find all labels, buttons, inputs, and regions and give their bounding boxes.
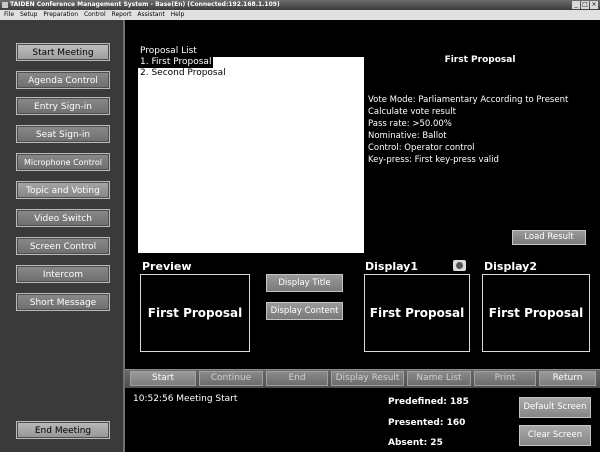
clear-screen-button[interactable]: Clear Screen	[519, 425, 591, 446]
preview-content: First Proposal	[147, 306, 243, 320]
proposal-list[interactable]: 1. First Proposal 2. Second Proposal	[138, 57, 364, 253]
predefined-count: Predefined: 185	[388, 397, 469, 407]
default-screen-button[interactable]: Default Screen	[519, 397, 591, 418]
preview-panel: First Proposal	[140, 274, 250, 352]
display1-content: First Proposal	[369, 306, 465, 320]
proposal-list-label: Proposal List	[140, 46, 197, 56]
presented-count: Presented: 160	[388, 418, 466, 428]
list-item[interactable]: 1. First Proposal	[138, 57, 214, 68]
detail-nominative: Nominative: Ballot	[368, 131, 447, 141]
sidebar-item-screen-control[interactable]: Screen Control	[16, 237, 110, 255]
title-bar: TAIDEN Conference Management System - Ba…	[0, 0, 600, 10]
menu-bar: File Setup Preparation Control Report As…	[0, 10, 600, 20]
detail-control: Control: Operator control	[368, 143, 475, 153]
menu-control[interactable]: Control	[84, 11, 106, 18]
detail-vote-mode: Vote Mode: Parliamentary According to Pr…	[368, 95, 569, 105]
end-meeting-button[interactable]: End Meeting	[16, 421, 110, 439]
app-icon	[2, 2, 8, 8]
sidebar-item-start-meeting[interactable]: Start Meeting	[16, 43, 110, 61]
detail-key-press: Key-press: First key-press valid	[368, 155, 499, 165]
menu-setup[interactable]: Setup	[20, 11, 37, 18]
list-item[interactable]: 2. Second Proposal	[138, 68, 364, 79]
window-title: TAIDEN Conference Management System - Ba…	[10, 1, 280, 8]
sidebar-item-video-switch[interactable]: Video Switch	[16, 209, 110, 227]
display-title-button[interactable]: Display Title	[266, 274, 343, 292]
start-button[interactable]: Start	[130, 371, 196, 386]
sidebar-item-seat-sign-in[interactable]: Seat Sign-in	[16, 125, 110, 143]
return-button[interactable]: Return	[539, 371, 596, 386]
display2-label: Display2	[484, 260, 538, 273]
absent-count: Absent: 25	[388, 438, 443, 448]
sidebar-item-intercom[interactable]: Intercom	[16, 265, 110, 283]
menu-assistant[interactable]: Assistant	[137, 11, 164, 18]
close-icon[interactable]: ×	[590, 1, 598, 9]
preview-label: Preview	[142, 260, 192, 273]
meeting-log: 10:52:56 Meeting Start	[133, 394, 238, 404]
continue-button[interactable]: Continue	[199, 371, 263, 386]
detail-calculate: Calculate vote result	[368, 107, 456, 117]
voting-toolbar: Start Continue End Display Result Name L…	[125, 369, 600, 388]
maximize-icon[interactable]: □	[581, 1, 589, 9]
print-button[interactable]: Print	[474, 371, 536, 386]
end-button[interactable]: End	[266, 371, 328, 386]
sidebar-item-microphone-control[interactable]: Microphone Control	[16, 153, 110, 171]
load-result-button[interactable]: Load Result	[512, 230, 586, 245]
display-content-button[interactable]: Display Content	[266, 302, 343, 320]
display2-content: First Proposal	[488, 306, 584, 320]
sidebar: Start Meeting Agenda Control Entry Sign-…	[0, 20, 123, 452]
display1-label: Display1	[365, 260, 419, 273]
camera-icon[interactable]	[453, 260, 466, 271]
menu-file[interactable]: File	[4, 11, 14, 18]
sidebar-item-topic-and-voting[interactable]: Topic and Voting	[16, 181, 110, 199]
sidebar-item-agenda-control[interactable]: Agenda Control	[16, 71, 110, 89]
display1-panel: First Proposal	[364, 274, 470, 352]
minimize-icon[interactable]: _	[572, 1, 580, 9]
proposal-details: Vote Mode: Parliamentary According to Pr…	[368, 94, 568, 166]
menu-preparation[interactable]: Preparation	[43, 11, 78, 18]
display2-panel: First Proposal	[482, 274, 590, 352]
menu-help[interactable]: Help	[171, 11, 185, 18]
detail-pass-rate: Pass rate: >50.00%	[368, 119, 452, 129]
proposal-title: First Proposal	[444, 55, 516, 65]
sidebar-item-entry-sign-in[interactable]: Entry Sign-in	[16, 97, 110, 115]
name-list-button[interactable]: Name List	[407, 371, 471, 386]
display-result-button[interactable]: Display Result	[331, 371, 404, 386]
menu-report[interactable]: Report	[112, 11, 132, 18]
sidebar-item-short-message[interactable]: Short Message	[16, 293, 110, 311]
